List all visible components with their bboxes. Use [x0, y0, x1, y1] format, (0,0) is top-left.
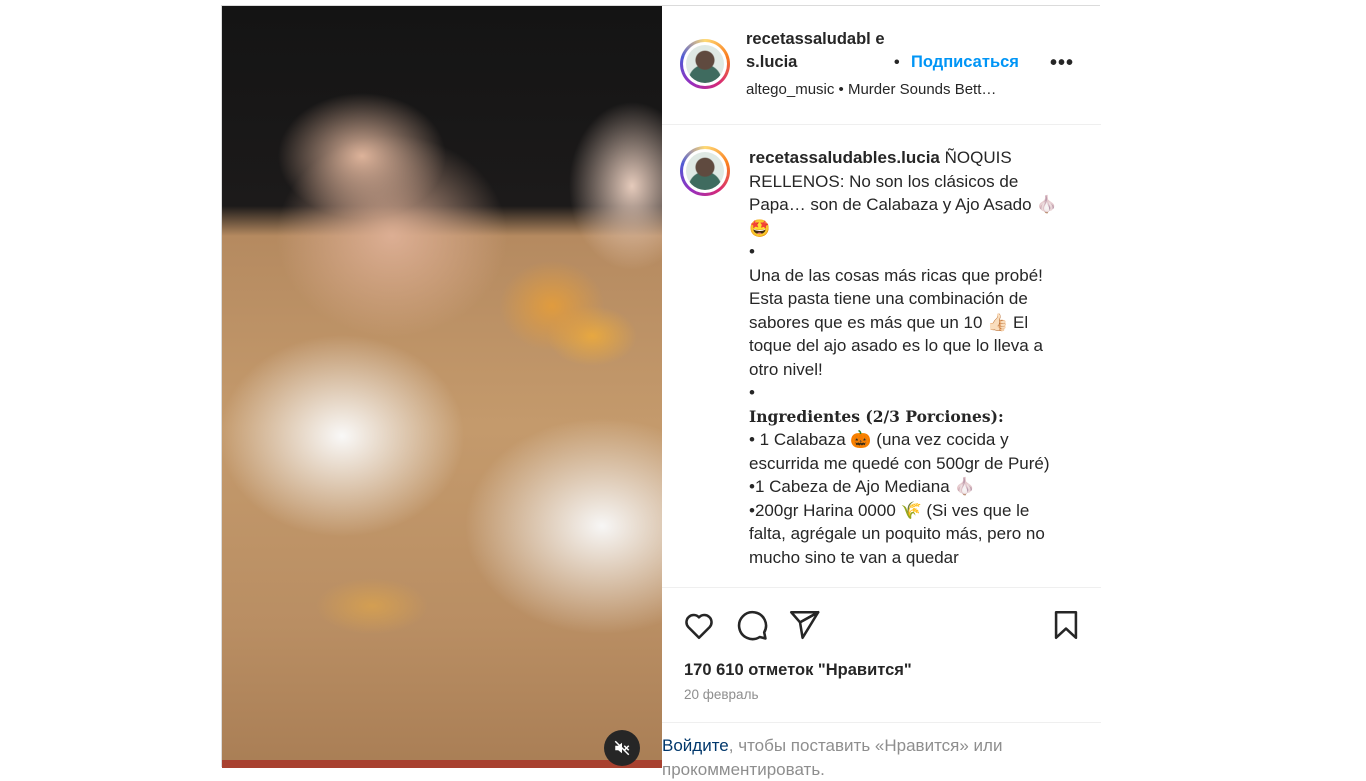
post-sidebar: recetassaludabl es.lucia • Подписаться •…: [662, 6, 1101, 779]
mute-icon: [614, 740, 630, 756]
likes-count[interactable]: 170 610 отметок "Нравится": [684, 661, 912, 680]
share-icon[interactable]: [787, 608, 821, 642]
like-icon[interactable]: [682, 608, 716, 642]
separator-dot: •: [894, 54, 900, 71]
avatar-image: [686, 152, 724, 190]
login-prompt: Войдите, чтобы поставить «Нравится» или …: [662, 722, 1101, 779]
caption-text-2: • 1 Calabaza 🎃 (una vez cocida y escurri…: [749, 430, 1050, 567]
post-date[interactable]: 20 февраль: [684, 687, 758, 702]
header-username[interactable]: recetassaludabl es.lucia: [746, 28, 896, 74]
caption-username[interactable]: recetassaludables.lucia: [749, 148, 940, 167]
post-video[interactable]: [222, 6, 662, 768]
audio-attribution[interactable]: altego_music • Murder Sounds Bett…: [746, 81, 1036, 98]
comments-section[interactable]: recetassaludables.lucia ÑOQUIS RELLENOS:…: [662, 125, 1101, 587]
post-caption: recetassaludables.lucia ÑOQUIS RELLENOS:…: [749, 146, 1069, 569]
caption-avatar[interactable]: [680, 146, 730, 196]
post-container: recetassaludabl es.lucia • Подписаться •…: [221, 5, 1101, 779]
comment-icon[interactable]: [735, 608, 769, 642]
avatar-image: [686, 45, 724, 83]
avatar[interactable]: [680, 39, 730, 89]
login-text: Войдите, чтобы поставить «Нравится» или …: [662, 734, 1062, 781]
more-icon: •••: [1050, 52, 1075, 74]
post-header: recetassaludabl es.lucia • Подписаться •…: [662, 6, 1101, 125]
more-options-button[interactable]: •••: [1050, 52, 1074, 75]
follow-button[interactable]: Подписаться: [911, 53, 1019, 72]
save-icon[interactable]: [1049, 608, 1083, 642]
caption-text-1: ÑOQUIS RELLENOS: No son los clásicos de …: [749, 148, 1058, 402]
actions-bar: 170 610 отметок "Нравится" 20 февраль: [662, 587, 1101, 722]
login-link[interactable]: Войдите: [662, 736, 729, 755]
mute-button[interactable]: [604, 730, 640, 766]
ingredients-heading: Ingredientes (2/3 Porciones):: [749, 406, 1004, 426]
